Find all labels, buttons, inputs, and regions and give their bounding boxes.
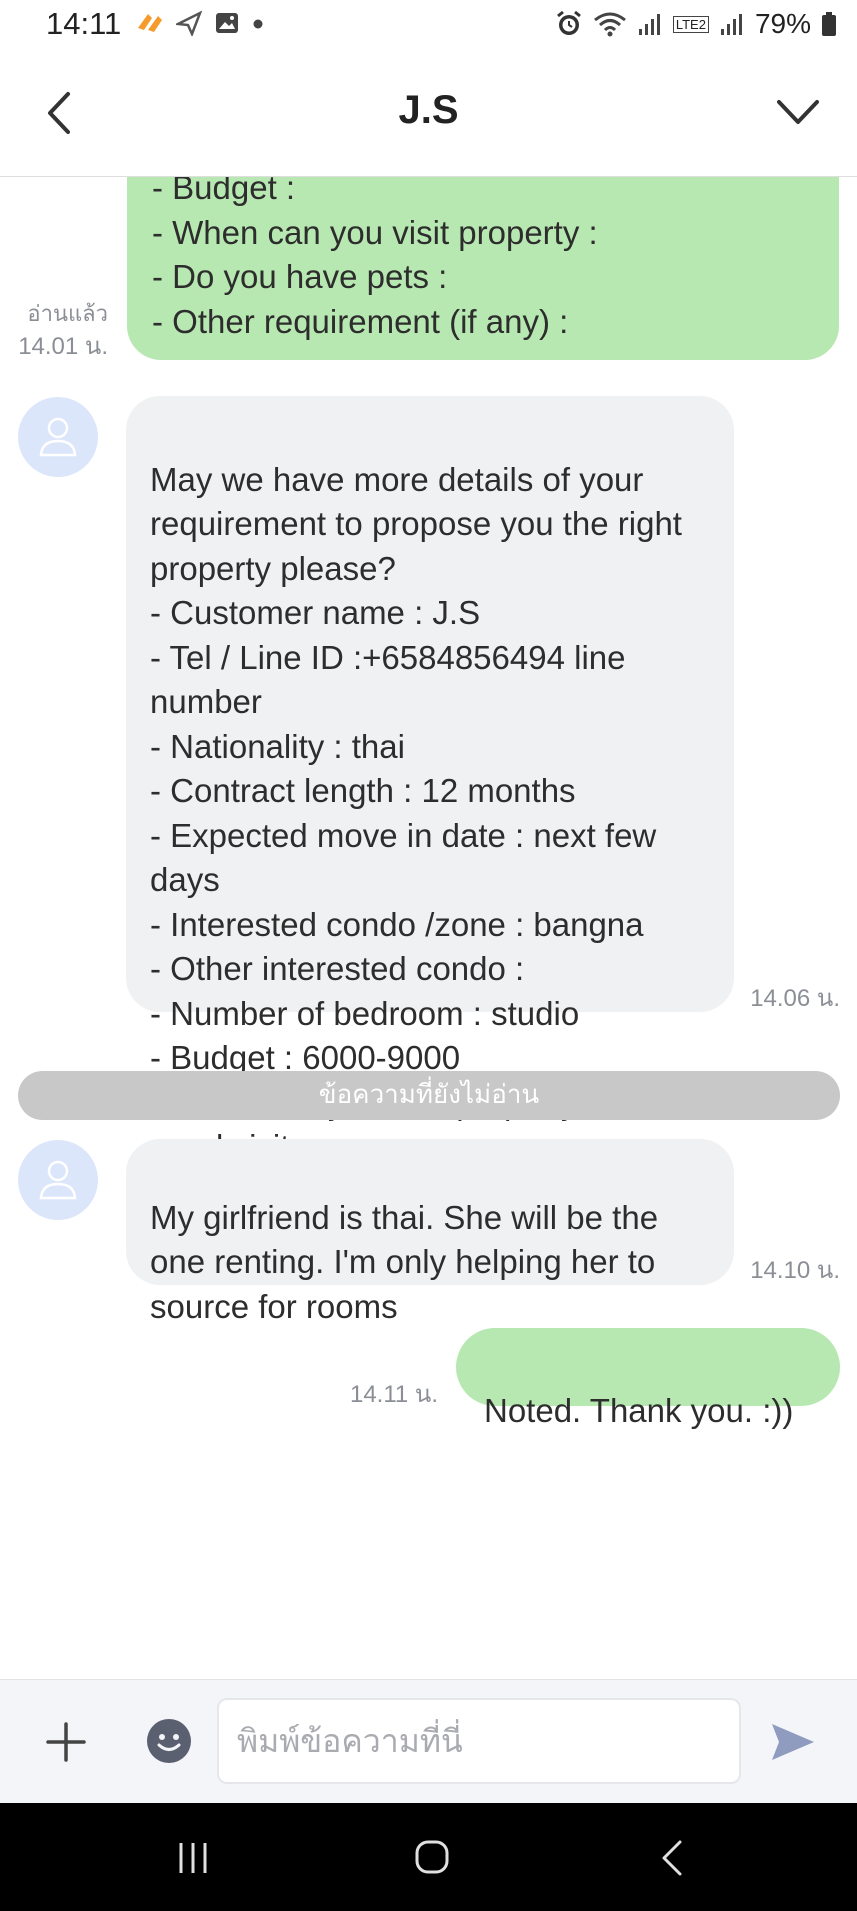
chevron-down-icon[interactable] <box>775 92 821 132</box>
emoji-icon[interactable] <box>146 1718 192 1764</box>
recent-apps-icon[interactable] <box>176 1841 210 1875</box>
message-input[interactable] <box>217 1698 741 1784</box>
outgoing-message-bubble[interactable]: Noted. Thank you. :)) <box>456 1328 840 1429</box>
avatar[interactable] <box>18 397 98 477</box>
signal-icon <box>638 14 660 35</box>
chat-messages: - Budget : - When can you visit property… <box>0 177 857 1679</box>
gallery-icon <box>216 13 238 33</box>
plus-icon[interactable] <box>44 1720 88 1764</box>
system-navigation-bar <box>0 1803 857 1911</box>
message-input-bar <box>0 1679 857 1804</box>
outgoing-message-bubble[interactable]: - Budget : - When can you visit property… <box>127 177 839 360</box>
notification-icons <box>134 10 264 36</box>
message-text: Noted. Thank you. :)) <box>484 1391 794 1429</box>
nav-back-icon[interactable] <box>660 1839 684 1877</box>
send-notification-icon <box>176 10 202 36</box>
message-text: - Budget : - When can you visit property… <box>152 177 598 340</box>
read-receipt: อ่านแล้ว 14.01 น. <box>0 299 108 363</box>
user-icon <box>39 417 77 457</box>
alarm-icon <box>556 10 581 35</box>
battery-icon <box>822 12 836 36</box>
home-icon[interactable] <box>414 1839 450 1875</box>
battery-level: 79% <box>754 8 811 39</box>
message-time: 14.10 น. <box>750 1257 840 1284</box>
avatar[interactable] <box>18 1140 98 1220</box>
message-time: 14.01 น. <box>18 333 108 360</box>
incoming-message-bubble[interactable]: May we have more details of your require… <box>126 396 734 1254</box>
wifi-icon <box>593 12 626 37</box>
app-notification-icon <box>138 14 162 32</box>
send-icon[interactable] <box>769 1720 817 1764</box>
status-time: 14:11 <box>46 6 122 41</box>
message-time: 14.06 น. <box>750 985 840 1012</box>
lte-label: LTE2 <box>672 15 709 33</box>
message-time: 14.11 น. <box>349 1381 438 1408</box>
user-icon <box>39 1160 77 1200</box>
chat-title: J.S <box>398 88 459 132</box>
status-bar: 14:11 LTE2 79% <box>0 0 857 52</box>
read-status: อ่านแล้ว <box>27 302 108 327</box>
system-status-icons: LTE2 79% <box>555 8 837 40</box>
signal-icon-2 <box>720 14 742 35</box>
dot-icon <box>253 19 263 29</box>
incoming-message-bubble[interactable]: My girlfriend is thai. She will be the o… <box>126 1139 734 1325</box>
unread-divider: ข้อความที่ยังไม่อ่าน <box>18 1071 840 1120</box>
message-text: My girlfriend is thai. She will be the o… <box>150 1198 659 1325</box>
chat-header: J.S <box>0 52 857 177</box>
